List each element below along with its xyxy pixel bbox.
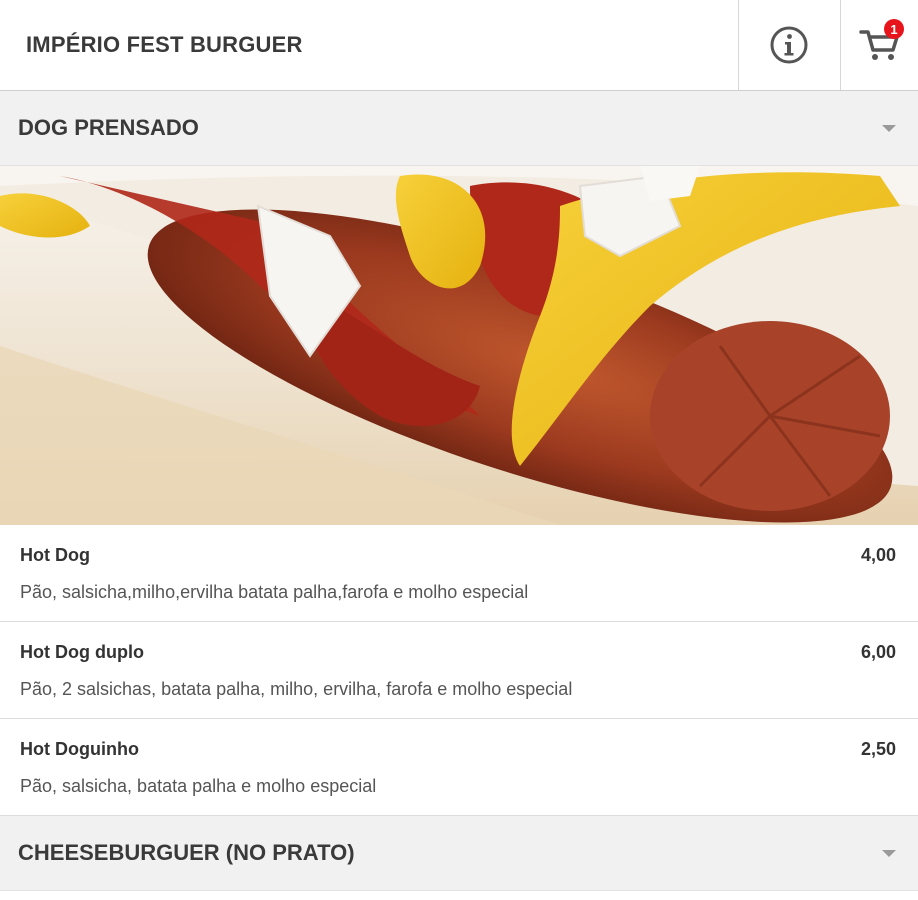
category-cheeseburguer[interactable]: CHEESEBURGUER (NO PRATO)	[0, 816, 918, 891]
item-name: Hot Dog duplo	[20, 642, 144, 662]
restaurant-name: IMPÉRIO FEST BURGUER	[26, 32, 303, 57]
item-price: 4,00	[860, 545, 896, 565]
header-bar: IMPÉRIO FEST BURGUER 1	[0, 0, 918, 91]
info-button[interactable]	[738, 0, 839, 90]
cart-count-badge: 1	[884, 19, 904, 39]
menu-item-hot-dog[interactable]: Hot Dog 4,00 Pão, salsicha,milho,ervilha…	[0, 525, 918, 622]
category-image	[0, 166, 918, 525]
item-description: Pão, salsicha,milho,ervilha batata palha…	[20, 582, 529, 602]
chevron-down-icon	[882, 125, 896, 132]
item-name: Hot Doguinho	[20, 739, 139, 759]
item-description: Pão, salsicha, batata palha e molho espe…	[20, 776, 377, 796]
item-description: Pão, 2 salsichas, batata palha, milho, e…	[20, 679, 573, 699]
menu-item-hot-doguinho[interactable]: Hot Doguinho 2,50 Pão, salsicha, batata …	[0, 719, 918, 816]
category-title: DOG PRENSADO	[18, 115, 199, 140]
menu-item-hot-dog-duplo[interactable]: Hot Dog duplo 6,00 Pão, 2 salsichas, bat…	[0, 622, 918, 719]
cart-button[interactable]: 1	[840, 0, 918, 90]
category-dog-prensado[interactable]: DOG PRENSADO	[0, 91, 918, 166]
chevron-down-icon	[882, 850, 896, 857]
info-icon	[770, 26, 808, 64]
item-name: Hot Dog	[20, 545, 90, 565]
item-price: 6,00	[860, 642, 896, 662]
category-title: CHEESEBURGUER (NO PRATO)	[18, 840, 355, 865]
item-price: 2,50	[860, 739, 896, 759]
